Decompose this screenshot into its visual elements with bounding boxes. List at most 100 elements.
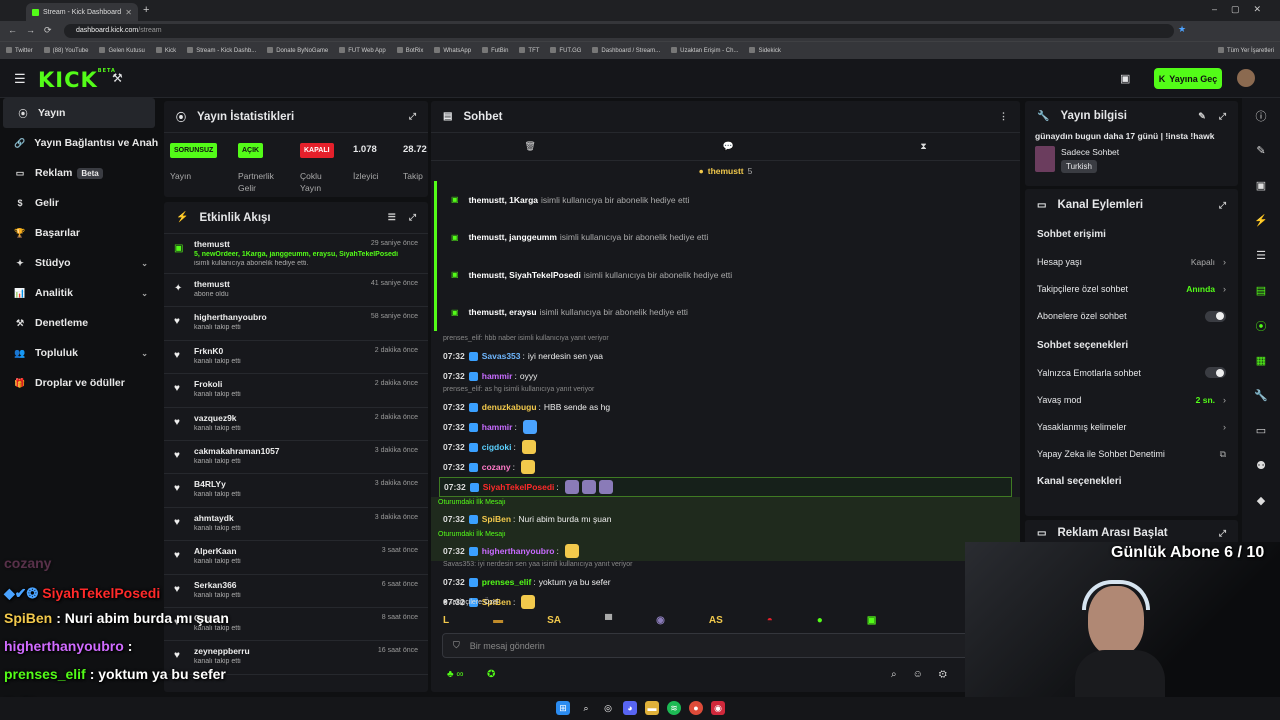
chat-username[interactable]: cozany (482, 462, 511, 472)
sidebar-item-money[interactable]: $ Gelir (0, 188, 158, 218)
chrome-icon[interactable]: ● (689, 701, 703, 715)
emote-sunglasses-icon[interactable]: ▀ (605, 615, 612, 626)
bookmark-item[interactable]: Stream - Kick Dashb... (187, 47, 256, 54)
info-icon[interactable]: ⓘ (1242, 98, 1280, 133)
points-icon[interactable]: ♣ ∞ (447, 669, 463, 680)
wrench-icon[interactable]: 🔧 (1242, 378, 1280, 413)
setting-row[interactable]: Yapay Zeka ile Sohbet Denetimi ⧉ (1025, 441, 1238, 468)
bookmark-item[interactable]: TFT (519, 47, 539, 54)
bookmark-item[interactable]: Kick (156, 47, 176, 54)
bookmark-star-icon[interactable]: ★ (1178, 24, 1186, 35)
sidebar-item-ad[interactable]: ▭ Reklam Beta (0, 158, 158, 188)
window-icon[interactable]: ▭ (1242, 413, 1280, 448)
emote-sa[interactable]: SA (547, 615, 561, 626)
sidebar-item-broadcast[interactable]: ⦿ Yayın (3, 98, 155, 128)
bolt-icon[interactable]: ⚡ (1242, 203, 1280, 238)
widgets-icon[interactable]: ◎ (601, 701, 615, 715)
avatar[interactable] (1237, 69, 1255, 87)
sidebar-item-trophy[interactable]: 🏆 Başarılar (0, 218, 158, 248)
bookmark-item[interactable]: FUT Web App (339, 47, 385, 54)
activity-item[interactable]: ▣ themustt 5, newOrdeer, 1Karga, janggeumm… (164, 234, 428, 274)
chat-message[interactable]: 07:32 SpiBen: Nuri abim burda mı şuan (431, 509, 1020, 529)
chat-username[interactable]: cigdoki (482, 442, 512, 452)
chat-action-icons[interactable]: ⌕☺⚙ (891, 669, 963, 680)
activity-item[interactable]: ♥ vazquez9k kanalı takip etti 2 dakika önce (164, 408, 428, 441)
bookmark-item[interactable]: FutBin (482, 47, 508, 54)
chat-icon[interactable]: ▤ (1242, 273, 1280, 308)
bookmark-item[interactable]: Dashboard / Stream... (592, 47, 660, 54)
activity-item[interactable]: ✦ themustt abone oldu 41 saniye önce (164, 274, 428, 308)
toggle-switch[interactable] (1205, 310, 1226, 322)
chat-username[interactable]: hammir (482, 422, 513, 432)
new-tab-icon[interactable]: + (143, 4, 149, 16)
activity-item[interactable]: ♥ Serkan366 kanalı takip etti 6 saat önce (164, 575, 428, 608)
expand-icon[interactable]: ⤢ (409, 212, 416, 223)
emote-bar-icon[interactable]: ▬ (493, 615, 503, 626)
activity-item[interactable]: ♥ Frokoli kanalı takip etti 2 dakika önce (164, 374, 428, 408)
chat-username[interactable]: denuzkabugu (482, 402, 537, 412)
browser-tab[interactable]: Stream - Kick Dashboard ✕ (26, 3, 138, 21)
chat-input[interactable]: ⛉ Bir mesaj gönderin (442, 633, 1002, 658)
sub-gift-message[interactable]: ▣ themustt, janggeumm isimli kullanıcıya b… (434, 218, 1020, 256)
menu-icon[interactable]: ☰ (14, 71, 26, 87)
chat-message[interactable]: 07:32 SpiBen: (431, 592, 1020, 612)
emote-ghost-icon[interactable]: ● (817, 615, 823, 626)
bookmark-item[interactable]: Uzaktan Erişim - Ch... (671, 47, 738, 54)
chat-message[interactable]: 07:32 cigdoki: (431, 437, 1020, 457)
chat-username[interactable]: prenses_elif (482, 577, 532, 587)
search-icon[interactable]: ⌕ (579, 701, 593, 715)
setting-row[interactable]: Takipçilere özel sohbet Anında › (1025, 275, 1238, 302)
hourglass-icon[interactable]: ⧗ (920, 141, 926, 152)
expand-icon[interactable]: ⤢ (1219, 528, 1226, 539)
all-bookmarks[interactable]: Tüm Yer İşaretleri (1218, 47, 1274, 54)
bookmark-item[interactable]: Gelen Kutusu (99, 47, 144, 54)
activity-item[interactable]: ♥ AlperKaan kanalı takip etti 3 saat önce (164, 541, 428, 575)
bookmark-item[interactable]: WhatsApp (434, 47, 471, 54)
chat-username[interactable]: higherthanyoubro (482, 546, 555, 556)
emote-l[interactable]: L (443, 615, 449, 626)
emote-picker-icon[interactable]: ✪ (487, 669, 495, 680)
chat-message[interactable]: 07:32 hammir: (431, 417, 1020, 437)
chat-message[interactable]: 07:32 denuzkabugu: HBB sende as hg (431, 397, 1020, 417)
bookmark-item[interactable]: Sidekick (749, 47, 780, 54)
emote-box-icon[interactable]: ▣ (867, 615, 876, 626)
nav-buttons-icon[interactable]: ←→⟳ (8, 25, 61, 36)
sidebar-item-community[interactable]: 👥 Topluluk ⌄ (0, 338, 158, 368)
sidebar-item-chart[interactable]: 📊 Analitik ⌄ (0, 278, 158, 308)
bookmark-item[interactable]: BotRix (397, 47, 424, 54)
setting-row[interactable]: Yasaklanmış kelimeler › (1025, 413, 1238, 440)
windows-start-icon[interactable]: ⊞ (556, 701, 570, 715)
more-icon[interactable]: ⋮ (999, 111, 1008, 122)
close-tab-icon[interactable]: ✕ (125, 8, 132, 17)
category-name[interactable]: Sadece Sohbet (1061, 147, 1119, 157)
pinned-gifter[interactable]: ● themustt 5 (431, 161, 1020, 181)
setting-row[interactable]: Yalnızca Emotlarla sohbet (1025, 359, 1238, 386)
expand-icon[interactable]: ⤢ (1219, 200, 1226, 211)
activity-item[interactable]: ♥ higherthanyoubro kanalı takip etti 58 san… (164, 307, 428, 341)
chat-username[interactable]: Savas353 (482, 351, 521, 361)
setting-row[interactable]: Hesap yaşı Kapalı › (1025, 248, 1238, 275)
chat-message[interactable]: 07:32 higherthanyoubro: (431, 541, 1020, 561)
screen-icon[interactable]: ▣ (1242, 168, 1280, 203)
activity-item[interactable]: ♥ FrknK0 kanalı takip etti 2 dakika önce (164, 341, 428, 375)
app-icon[interactable]: ◉ (711, 701, 725, 715)
spotify-icon[interactable]: ≋ (667, 701, 681, 715)
chat-message[interactable]: 07:32 Savas353: iyi nerdesin sen yaa (431, 346, 1020, 366)
expand-icon[interactable]: ⤢ (409, 111, 416, 122)
emote-face-icon[interactable]: ◉ (656, 615, 665, 626)
sub-gift-message[interactable]: ▣ themustt, 1Karga isimli kullanıcıya bir … (434, 181, 1020, 219)
chat-message[interactable]: 07:32 SiyahTekelPosedi: (439, 477, 1012, 497)
bookmark-item[interactable]: (88) YouTube (44, 47, 89, 54)
filter-icon[interactable]: ☰ (388, 212, 396, 223)
activity-item[interactable]: ♥ ahmtaydk kanalı takip etti 3 dakika önce (164, 508, 428, 542)
hammer-icon[interactable]: ⚒ (112, 71, 123, 85)
window-controls[interactable]: –▢✕ (1212, 4, 1275, 15)
discord-icon[interactable]: ◕ (623, 701, 637, 715)
expand-icon[interactable]: ⤢ (1219, 111, 1226, 122)
setting-row[interactable]: Abonelere özel sohbet (1025, 303, 1238, 330)
chat-message[interactable]: 07:32 prenses_elif: yoktum ya bu sefer (431, 572, 1020, 592)
setting-row[interactable]: Yavaş mod 2 sn. › (1025, 386, 1238, 413)
chat-message[interactable]: 07:32 cozany: (431, 457, 1020, 477)
chat-message[interactable]: 07:32 hammir: oyyy (431, 366, 1020, 386)
people-icon[interactable]: ⚉ (1242, 448, 1280, 483)
